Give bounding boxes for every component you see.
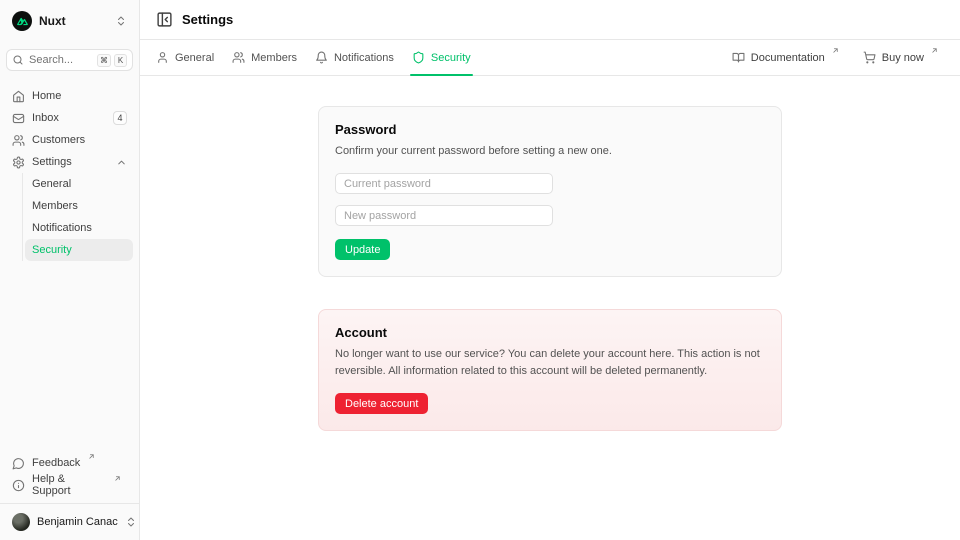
tabbar-links: Documentation Buy now: [732, 51, 944, 64]
settings-tabbar: General Members Notifications Security D…: [140, 40, 960, 76]
sidebar-item-inbox[interactable]: Inbox 4: [6, 107, 133, 129]
sidebar-item-settings-general[interactable]: General: [25, 173, 133, 195]
sidebar-spacer: [6, 261, 133, 452]
password-card-description: Confirm your current password before set…: [335, 143, 765, 160]
sidebar-item-home[interactable]: Home: [6, 85, 133, 107]
tab-label: Members: [251, 52, 297, 64]
documentation-link[interactable]: Documentation: [732, 51, 845, 64]
shield-icon: [412, 51, 425, 64]
main-panel: Settings General Members Notifications S…: [140, 0, 960, 540]
sidebar-item-label: Home: [32, 90, 61, 102]
info-icon: [12, 479, 25, 492]
new-password-field[interactable]: [335, 205, 553, 226]
gear-icon: [12, 156, 25, 169]
external-link-icon: [931, 47, 944, 60]
shopping-cart-icon: [863, 51, 876, 64]
avatar: [12, 513, 30, 531]
home-icon: [12, 90, 25, 103]
external-link-icon: [88, 453, 101, 466]
inbox-count-badge: 4: [113, 111, 127, 125]
sidebar: Nuxt Search... ⌘ K Home Inbox 4 Cu: [0, 0, 140, 540]
user-menu[interactable]: Benjamin Canac: [6, 510, 133, 534]
customers-icon: [12, 134, 25, 147]
update-password-button[interactable]: Update: [335, 239, 390, 260]
sidebar-item-customers[interactable]: Customers: [6, 129, 133, 151]
book-open-icon: [732, 51, 745, 64]
search-input[interactable]: Search... ⌘ K: [6, 49, 133, 71]
tab-general[interactable]: General: [156, 40, 214, 75]
account-card-title: Account: [335, 325, 765, 340]
tab-label: General: [175, 52, 214, 64]
account-card-description: No longer want to use our service? You c…: [335, 346, 765, 380]
sidebar-item-help-support[interactable]: Help & Support: [6, 474, 133, 496]
sidebar-item-label: Members: [32, 200, 78, 212]
sidebar-item-label: Help & Support: [32, 473, 106, 497]
nuxt-logo-icon: [12, 11, 32, 31]
tab-members[interactable]: Members: [232, 40, 297, 75]
page-header: Settings: [140, 0, 960, 40]
sidebar-item-label: Notifications: [32, 222, 92, 234]
sidebar-item-settings-notifications[interactable]: Notifications: [25, 217, 133, 239]
settings-children: General Members Notifications Security: [22, 173, 133, 261]
page-title: Settings: [182, 12, 233, 27]
sidebar-item-label: Settings: [32, 156, 72, 168]
tab-notifications[interactable]: Notifications: [315, 40, 394, 75]
sidebar-item-settings[interactable]: Settings: [6, 151, 133, 173]
sidebar-item-label: Feedback: [32, 457, 80, 469]
user-name: Benjamin Canac: [37, 516, 118, 528]
password-card: Password Confirm your current password b…: [318, 106, 782, 277]
chevrons-up-down-icon: [125, 516, 137, 528]
user-icon: [156, 51, 169, 64]
tab-label: Notifications: [334, 52, 394, 64]
workspace-switcher[interactable]: Nuxt: [6, 8, 133, 34]
settings-security-content: Password Confirm your current password b…: [140, 76, 960, 540]
sidebar-item-label: Security: [32, 244, 72, 256]
kbd-k: K: [114, 54, 127, 67]
search-placeholder: Search...: [29, 54, 73, 66]
search-shortcut: ⌘ K: [97, 54, 127, 67]
users-icon: [232, 51, 245, 64]
delete-account-button[interactable]: Delete account: [335, 393, 428, 414]
sidebar-nav: Home Inbox 4 Customers Settings General: [6, 85, 133, 261]
sidebar-item-feedback[interactable]: Feedback: [6, 452, 133, 474]
buy-now-link[interactable]: Buy now: [863, 51, 944, 64]
external-link-icon: [832, 47, 845, 60]
sidebar-item-settings-security[interactable]: Security: [25, 239, 133, 261]
sidebar-item-settings-members[interactable]: Members: [25, 195, 133, 217]
sidebar-divider: [0, 503, 139, 504]
external-link-icon: [114, 475, 127, 488]
chevrons-up-down-icon: [115, 15, 127, 27]
sidebar-item-label: Inbox: [32, 112, 59, 124]
app-root: Nuxt Search... ⌘ K Home Inbox 4 Cu: [0, 0, 960, 540]
bell-icon: [315, 51, 328, 64]
tab-security[interactable]: Security: [412, 40, 471, 75]
sidebar-item-label: Customers: [32, 134, 85, 146]
search-icon: [12, 54, 24, 66]
link-label: Buy now: [882, 52, 924, 64]
workspace-name: Nuxt: [39, 14, 66, 28]
chevron-up-icon: [116, 157, 127, 168]
sidebar-item-label: General: [32, 178, 71, 190]
collapse-sidebar-icon[interactable]: [156, 11, 173, 28]
kbd-meta: ⌘: [97, 54, 111, 67]
account-card: Account No longer want to use our servic…: [318, 309, 782, 431]
feedback-icon: [12, 457, 25, 470]
password-card-title: Password: [335, 122, 765, 137]
link-label: Documentation: [751, 52, 825, 64]
current-password-field[interactable]: [335, 173, 553, 194]
tab-label: Security: [431, 52, 471, 64]
inbox-icon: [12, 112, 25, 125]
